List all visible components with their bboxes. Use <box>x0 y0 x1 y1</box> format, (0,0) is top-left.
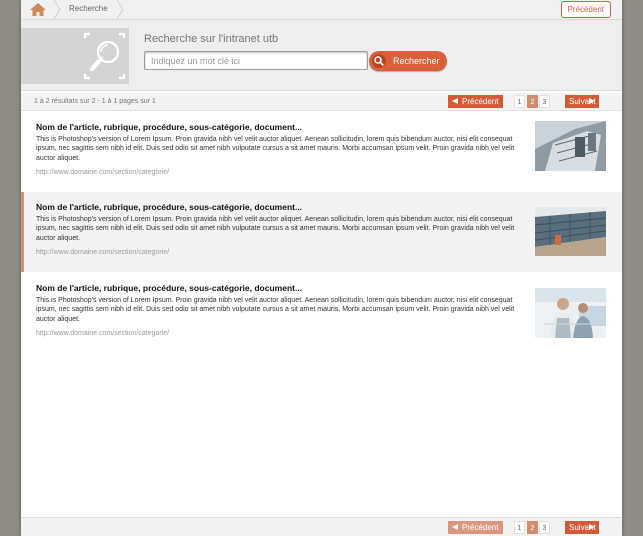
result-description: This is Photoshop's version of Lorem Ips… <box>36 216 515 242</box>
home-icon[interactable] <box>29 2 47 17</box>
search-input[interactable] <box>144 51 368 70</box>
previous-button[interactable]: Précédent <box>448 95 503 108</box>
result-url[interactable]: http://www.domaine.com/section/categorie… <box>36 330 169 337</box>
result-url[interactable]: http://www.domaine.com/section/categorie… <box>36 169 169 176</box>
breadcrumb-separator <box>116 0 124 19</box>
result-title[interactable]: Nom de l'article, rubrique, procédure, s… <box>36 122 302 132</box>
breadcrumb: Recherche Précédent <box>21 0 622 20</box>
search-button[interactable]: Rechercher <box>369 51 447 71</box>
arrow-left-icon <box>452 98 458 104</box>
result-title[interactable]: Nom de l'article, rubrique, procédure, s… <box>36 202 302 212</box>
results-summary: 1 à 2 résultats sur 2 - 1 à 1 pages sur … <box>34 98 156 105</box>
result-item: Nom de l'article, rubrique, procédure, s… <box>21 273 622 353</box>
arrow-right-icon <box>589 524 595 530</box>
top-previous-button[interactable]: Précédent <box>560 1 611 18</box>
previous-label: Précédent <box>462 523 499 532</box>
next-button[interactable]: Suivant <box>565 521 599 534</box>
search-button-label: Rechercher <box>393 56 440 66</box>
previous-label: Précédent <box>462 97 499 106</box>
page-link-2[interactable]: 2 <box>527 95 538 108</box>
page-link-3[interactable]: 3 <box>539 521 550 534</box>
breadcrumb-separator <box>53 0 61 19</box>
search-logo <box>21 28 129 84</box>
result-thumbnail[interactable] <box>535 207 606 256</box>
page-link-2[interactable]: 2 <box>527 521 538 534</box>
page-link-1[interactable]: 1 <box>514 521 525 534</box>
arrow-left-icon <box>452 524 458 530</box>
breadcrumb-current[interactable]: Recherche <box>69 4 108 13</box>
pagination-top: 1 à 2 résultats sur 2 - 1 à 1 pages sur … <box>21 93 622 111</box>
result-item: Nom de l'article, rubrique, procédure, s… <box>21 192 622 272</box>
pagination-bottom: Précédent 1 2 3 Suivant <box>21 517 622 536</box>
magnifier-icon <box>83 32 126 80</box>
search-title: Recherche sur l'intranet utb <box>144 33 279 45</box>
result-description: This is Photoshop's version of Lorem Ips… <box>36 136 515 162</box>
result-url[interactable]: http://www.domaine.com/section/categorie… <box>36 249 169 256</box>
next-button[interactable]: Suivant <box>565 95 599 108</box>
highlight-bar <box>21 192 24 272</box>
search-icon <box>372 54 386 68</box>
main-panel: Recherche Précédent Recherche sur l'intr… <box>21 0 622 536</box>
result-description: This is Photoshop's version of Lorem Ips… <box>36 297 515 323</box>
result-title[interactable]: Nom de l'article, rubrique, procédure, s… <box>36 283 302 293</box>
result-item: Nom de l'article, rubrique, procédure, s… <box>21 112 622 192</box>
page-link-3[interactable]: 3 <box>539 95 550 108</box>
previous-button[interactable]: Précédent <box>448 521 503 534</box>
result-thumbnail[interactable] <box>535 288 606 338</box>
arrow-right-icon <box>589 98 595 104</box>
result-thumbnail[interactable] <box>535 121 606 171</box>
page-link-1[interactable]: 1 <box>514 95 525 108</box>
search-header: Recherche sur l'intranet utb Rechercher <box>21 20 622 91</box>
